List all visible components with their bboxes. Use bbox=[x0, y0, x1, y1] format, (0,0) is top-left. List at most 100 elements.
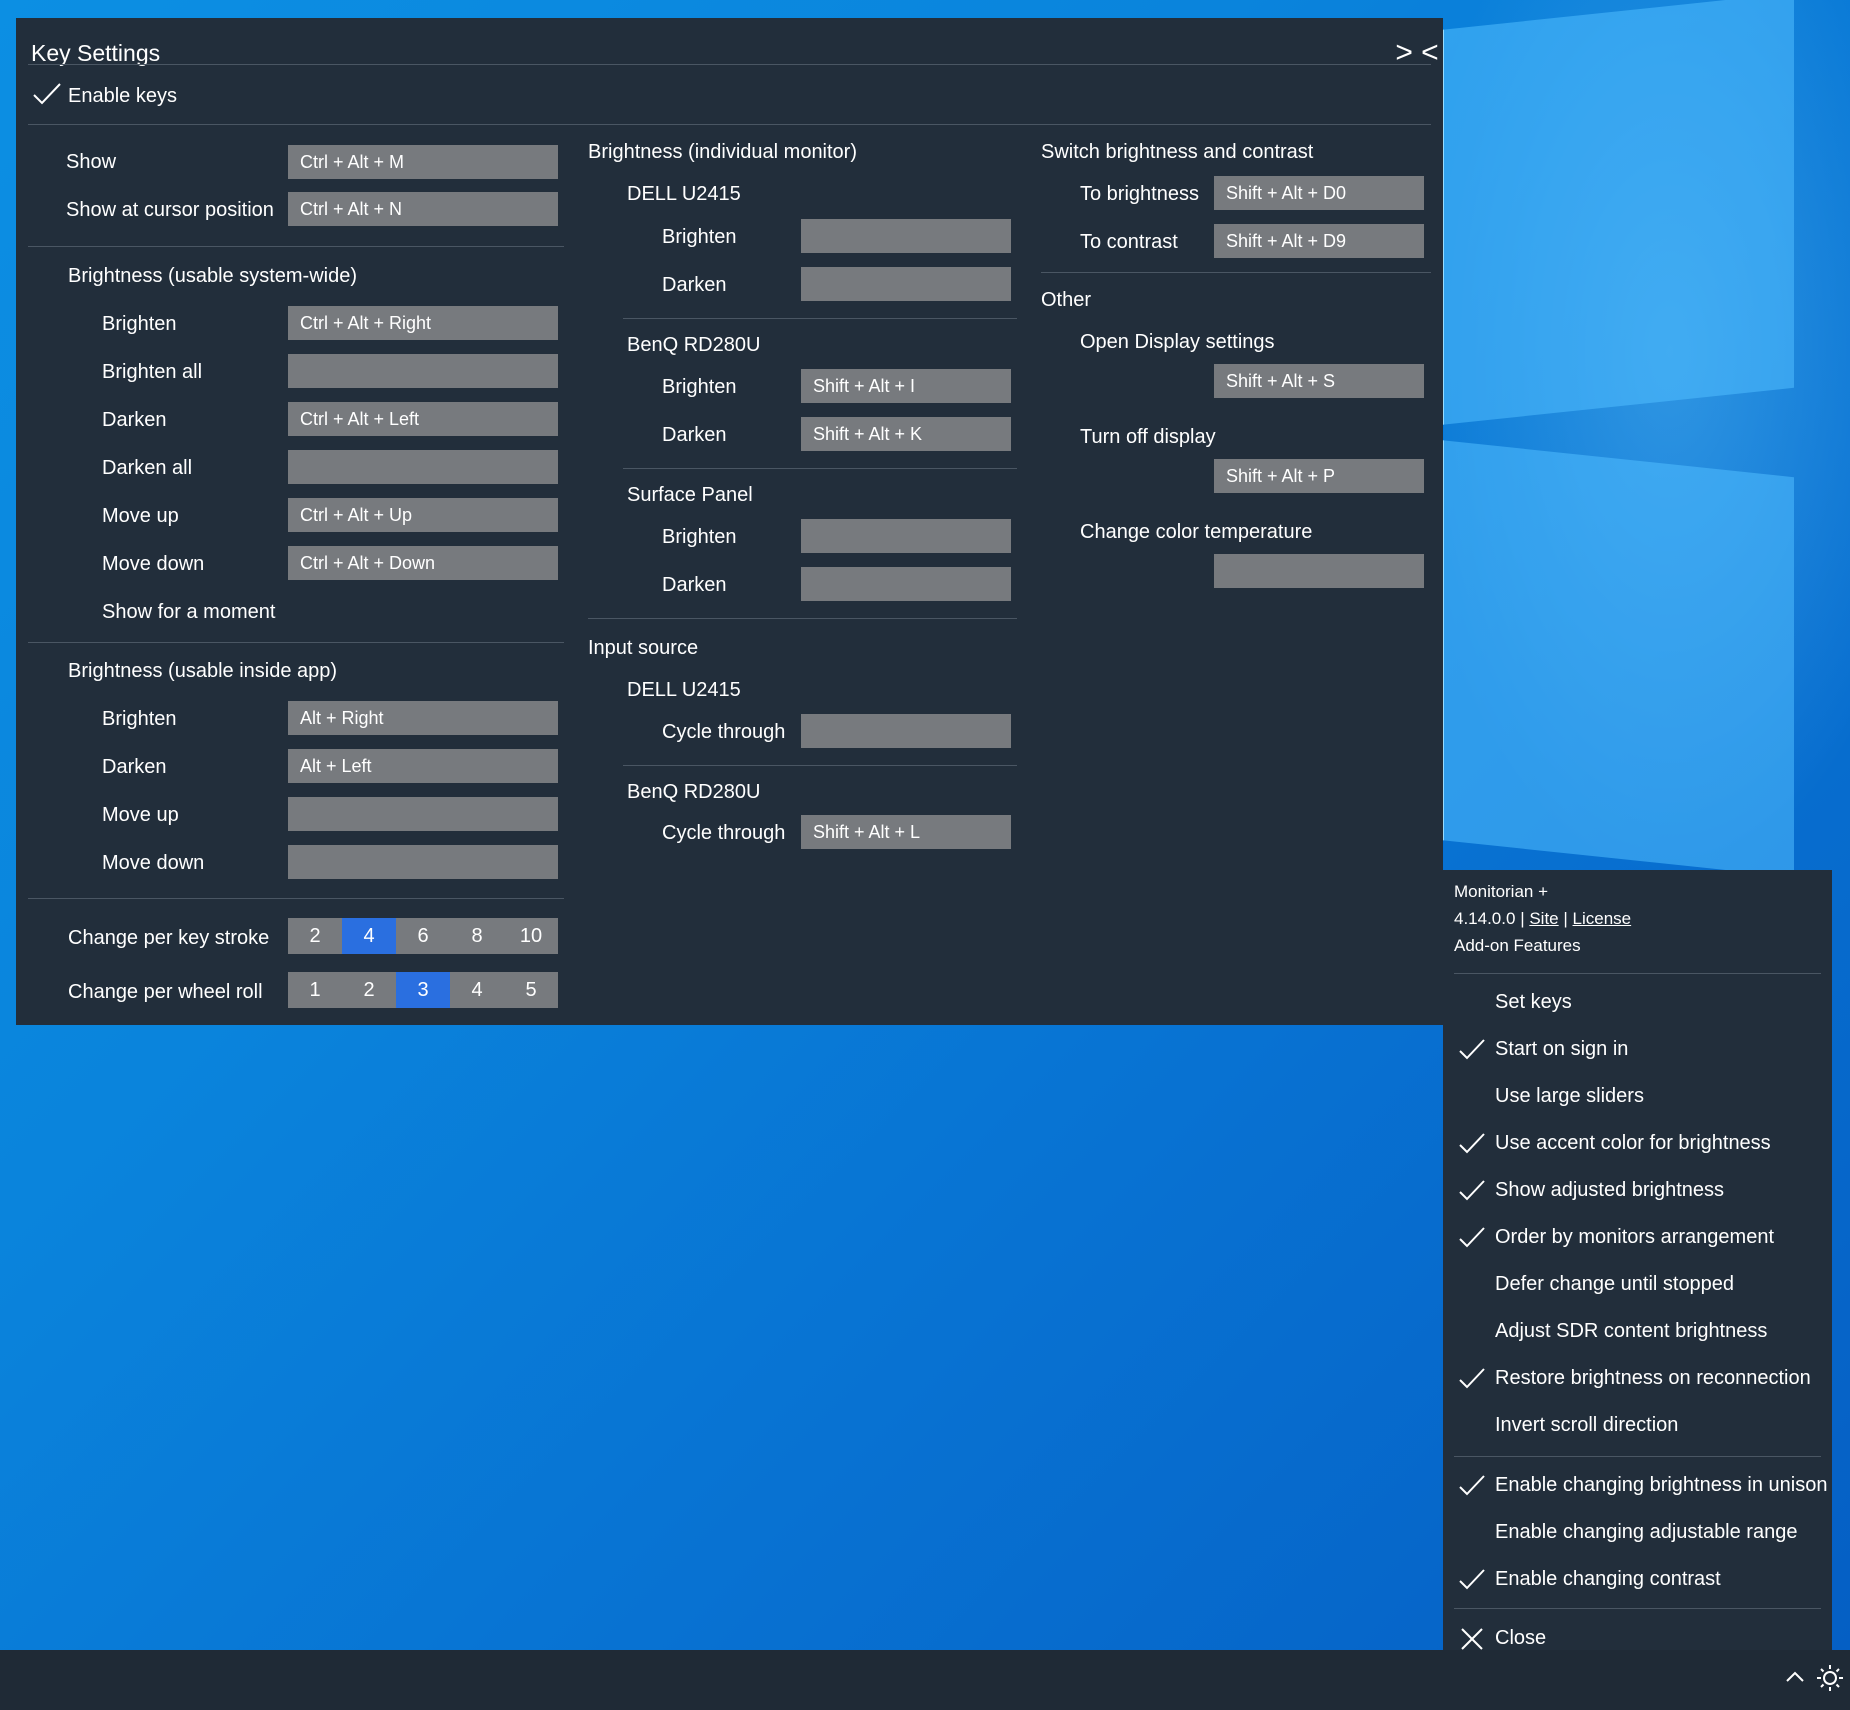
ia-move-up-label: Move up bbox=[102, 804, 179, 826]
menu-item[interactable]: Adjust SDR content brightness bbox=[1443, 1309, 1832, 1356]
open-display-key-field[interactable]: Shift + Alt + S bbox=[1214, 364, 1424, 398]
divider bbox=[588, 618, 1017, 619]
divider bbox=[623, 765, 1017, 766]
ind-benq-darken-key-field[interactable]: Shift + Alt + K bbox=[801, 417, 1011, 451]
close-icon bbox=[1461, 1628, 1483, 1650]
show-label: Show bbox=[66, 151, 117, 173]
to-contrast-key-field[interactable]: Shift + Alt + D9 bbox=[1214, 224, 1424, 258]
divider bbox=[1454, 1608, 1821, 1609]
version-line: 4.14.0.0 | Site | License bbox=[1454, 909, 1631, 929]
ind-surface-brighten-key-field[interactable] bbox=[801, 519, 1011, 553]
show-moment-label: Show for a moment bbox=[102, 601, 276, 623]
menu-item[interactable]: Order by monitors arrangement bbox=[1443, 1215, 1832, 1262]
checkmark-icon bbox=[1459, 1133, 1485, 1154]
menu-item-label: Show adjusted brightness bbox=[1495, 1179, 1725, 1201]
separator: | bbox=[1520, 909, 1525, 928]
license-link[interactable]: License bbox=[1573, 909, 1632, 928]
key-settings-window: Key Settings > < Enable keys Show Ctrl +… bbox=[16, 18, 1443, 1025]
enable-keys-label: Enable keys bbox=[68, 85, 177, 107]
to-contrast-label: To contrast bbox=[1080, 231, 1178, 253]
brightness-sun-icon[interactable] bbox=[1815, 1663, 1845, 1693]
ind-dell-darken-key-field[interactable] bbox=[801, 267, 1011, 301]
menu-item[interactable]: Enable changing contrast bbox=[1443, 1557, 1832, 1604]
ind-surface-darken-key-field[interactable] bbox=[801, 567, 1011, 601]
ind-benq-brighten-key-field[interactable]: Shift + Alt + I bbox=[801, 369, 1011, 403]
sw-darken-all-key-field[interactable] bbox=[288, 450, 558, 484]
sw-move-up-key-field[interactable]: Ctrl + Alt + Up bbox=[288, 498, 558, 532]
menu-item-label: Order by monitors arrangement bbox=[1495, 1226, 1775, 1248]
site-link[interactable]: Site bbox=[1529, 909, 1558, 928]
turn-off-key-field[interactable]: Shift + Alt + P bbox=[1214, 459, 1424, 493]
key-stroke-option-selected[interactable]: 4 bbox=[342, 918, 396, 954]
sw-brighten-all-key-field[interactable] bbox=[288, 354, 558, 388]
monitor-name: DELL U2415 bbox=[627, 679, 741, 701]
divider bbox=[28, 124, 1431, 125]
menu-item[interactable]: Use accent color for brightness bbox=[1443, 1121, 1832, 1168]
menu-item[interactable]: Enable changing brightness in unison bbox=[1443, 1463, 1832, 1510]
menu-item[interactable]: Show adjusted brightness bbox=[1443, 1168, 1832, 1215]
sw-brighten-all-label: Brighten all bbox=[102, 361, 203, 383]
menu-item[interactable]: Set keys bbox=[1443, 980, 1832, 1027]
wheel-roll-option[interactable]: 5 bbox=[504, 972, 558, 1008]
other-heading: Other bbox=[1041, 289, 1092, 311]
ia-move-down-label: Move down bbox=[102, 852, 205, 874]
ind-dell-brighten-key-field[interactable] bbox=[801, 219, 1011, 253]
divider bbox=[1041, 272, 1431, 273]
menu-item[interactable]: Defer change until stopped bbox=[1443, 1262, 1832, 1309]
wheel-roll-option[interactable]: 2 bbox=[342, 972, 396, 1008]
menu-item-label: Restore brightness on reconnection bbox=[1495, 1367, 1811, 1389]
menu-item[interactable]: Restore brightness on reconnection bbox=[1443, 1356, 1832, 1403]
sw-brighten-key-field[interactable]: Ctrl + Alt + Right bbox=[288, 306, 558, 340]
to-brightness-label: To brightness bbox=[1080, 183, 1199, 205]
color-temp-label: Change color temperature bbox=[1080, 521, 1313, 543]
monitor-name: BenQ RD280U bbox=[627, 781, 761, 803]
sw-move-down-key-field[interactable]: Ctrl + Alt + Down bbox=[288, 546, 558, 580]
wheel-roll-option[interactable]: 4 bbox=[450, 972, 504, 1008]
sw-move-down-label: Move down bbox=[102, 553, 205, 575]
ia-move-down-key-field[interactable] bbox=[288, 845, 558, 879]
menu-item[interactable]: Invert scroll direction bbox=[1443, 1403, 1832, 1450]
menu-item[interactable]: Use large sliders bbox=[1443, 1074, 1832, 1121]
menu-item-label: Use large sliders bbox=[1495, 1085, 1644, 1107]
divider bbox=[28, 642, 564, 643]
show-cursor-key-field[interactable]: Ctrl + Alt + N bbox=[288, 192, 558, 226]
input-dell-cycle-key-field[interactable] bbox=[801, 714, 1011, 748]
sw-darken-key-field[interactable]: Ctrl + Alt + Left bbox=[288, 402, 558, 436]
ia-darken-key-field[interactable]: Alt + Left bbox=[288, 749, 558, 783]
wheel-roll-selector[interactable]: 1 2 3 4 5 bbox=[288, 972, 558, 1008]
divider bbox=[28, 64, 1431, 65]
key-stroke-selector[interactable]: 2 4 6 8 10 bbox=[288, 918, 558, 954]
monitor-name: DELL U2415 bbox=[627, 183, 741, 205]
wheel-roll-option-selected[interactable]: 3 bbox=[396, 972, 450, 1008]
checkmark-icon bbox=[1459, 1039, 1485, 1060]
cycle-label: Cycle through bbox=[662, 721, 786, 743]
menu-item-label: Defer change until stopped bbox=[1495, 1273, 1735, 1295]
menu-item[interactable]: Start on sign in bbox=[1443, 1027, 1832, 1074]
wheel-roll-label: Change per wheel roll bbox=[68, 981, 263, 1003]
input-benq-cycle-key-field[interactable]: Shift + Alt + L bbox=[801, 815, 1011, 849]
taskbar bbox=[0, 1650, 1850, 1710]
ia-darken-label: Darken bbox=[102, 756, 167, 778]
divider bbox=[28, 246, 564, 247]
divider bbox=[1454, 973, 1821, 974]
ia-move-up-key-field[interactable] bbox=[288, 797, 558, 831]
key-stroke-option[interactable]: 6 bbox=[396, 918, 450, 954]
menu-item[interactable]: Enable changing adjustable range bbox=[1443, 1510, 1832, 1557]
collapse-toggle-icon[interactable]: > < bbox=[1391, 36, 1443, 76]
key-stroke-option[interactable]: 10 bbox=[504, 918, 558, 954]
key-stroke-option[interactable]: 8 bbox=[450, 918, 504, 954]
sw-darken-label: Darken bbox=[102, 409, 167, 431]
color-temp-key-field[interactable] bbox=[1214, 554, 1424, 588]
ia-brighten-key-field[interactable]: Alt + Right bbox=[288, 701, 558, 735]
to-brightness-key-field[interactable]: Shift + Alt + D0 bbox=[1214, 176, 1424, 210]
checkmark-icon bbox=[1459, 1569, 1485, 1590]
input-source-heading: Input source bbox=[588, 637, 699, 659]
tray-chevron-up-icon[interactable] bbox=[1782, 1664, 1808, 1690]
checkmark-icon bbox=[33, 83, 61, 105]
addon-features-label: Add-on Features bbox=[1454, 936, 1581, 955]
divider bbox=[28, 898, 564, 899]
open-display-label: Open Display settings bbox=[1080, 331, 1275, 353]
key-stroke-option[interactable]: 2 bbox=[288, 918, 342, 954]
show-key-field[interactable]: Ctrl + Alt + M bbox=[288, 145, 558, 179]
wheel-roll-option[interactable]: 1 bbox=[288, 972, 342, 1008]
